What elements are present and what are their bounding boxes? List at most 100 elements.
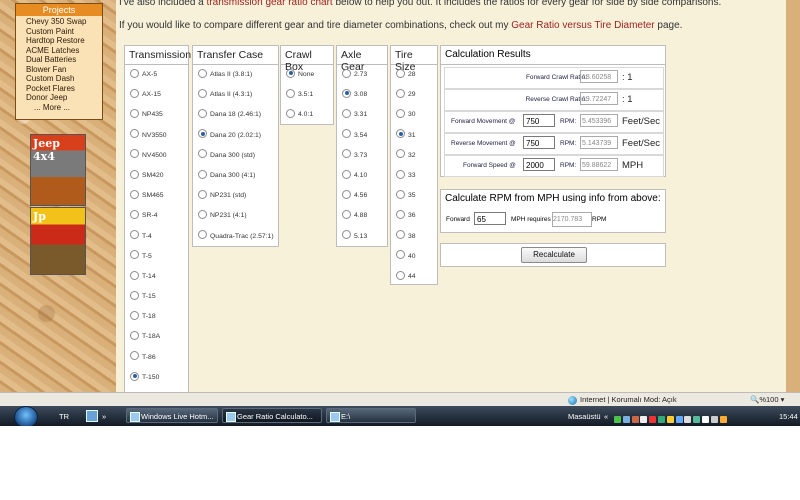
project-link[interactable]: Chevy 350 Swap	[26, 17, 102, 27]
tray-icon[interactable]	[614, 416, 621, 423]
radio-option[interactable]: Dana 18 (2.46:1)	[193, 105, 278, 125]
tray-icon[interactable]	[622, 416, 630, 423]
radio-option[interactable]: 40	[391, 247, 437, 267]
mph-input[interactable]: 65	[474, 212, 506, 225]
tray-icon[interactable]	[719, 416, 727, 423]
radio-option[interactable]: 4.56	[337, 186, 387, 206]
taskbar-window-gear-ratio[interactable]: Gear Ratio Calculato...	[222, 408, 322, 423]
radio-option[interactable]: T-14	[125, 267, 188, 287]
radio-option[interactable]: 31	[391, 126, 437, 146]
radio-option[interactable]: NP231 (std)	[193, 186, 278, 206]
project-link[interactable]: Pocket Flares	[26, 84, 102, 94]
radio-option[interactable]: 33	[391, 166, 437, 186]
radio-option[interactable]: T-15	[125, 287, 188, 307]
radio-button[interactable]	[342, 210, 351, 220]
volume-icon[interactable]	[710, 416, 718, 423]
tray-icon[interactable]	[640, 416, 648, 423]
radio-button[interactable]	[396, 129, 405, 139]
tray-expand-icon[interactable]: «	[604, 412, 608, 421]
project-link[interactable]: Hardtop Restore	[26, 36, 102, 46]
language-indicator[interactable]: TR	[59, 412, 69, 421]
radio-button[interactable]	[130, 88, 139, 98]
radio-button[interactable]	[130, 331, 139, 341]
start-button[interactable]	[14, 406, 38, 428]
radio-option[interactable]: 38	[391, 227, 437, 247]
forward-movement-rpm-input[interactable]: 750	[523, 114, 555, 127]
radio-button[interactable]	[130, 310, 139, 320]
radio-button[interactable]	[396, 210, 405, 220]
show-desktop-icon[interactable]	[86, 410, 98, 422]
radio-option[interactable]: NP435	[125, 105, 188, 125]
zoom-control[interactable]: 🔍%100 ▾	[750, 395, 784, 404]
radio-button[interactable]	[198, 68, 207, 78]
radio-button[interactable]	[198, 109, 207, 119]
radio-option[interactable]: Dana 300 (std)	[193, 146, 278, 166]
radio-option[interactable]: 3.54	[337, 126, 387, 146]
tray-icon[interactable]	[666, 416, 674, 423]
radio-button[interactable]	[130, 351, 139, 361]
radio-option[interactable]: NV3550	[125, 126, 188, 146]
radio-button[interactable]	[130, 109, 139, 119]
radio-button[interactable]	[342, 230, 351, 240]
radio-button[interactable]	[396, 68, 405, 78]
radio-button[interactable]	[130, 371, 139, 381]
radio-option[interactable]: Atlas II (3.8:1)	[193, 65, 278, 85]
radio-button[interactable]	[396, 88, 405, 98]
radio-option[interactable]: 3.5:1	[281, 85, 333, 105]
project-link[interactable]: ACME Latches	[26, 46, 102, 56]
radio-button[interactable]	[198, 230, 207, 240]
radio-button[interactable]	[396, 230, 405, 240]
radio-option[interactable]: None	[281, 65, 333, 85]
tray-icon[interactable]	[631, 416, 639, 423]
radio-option[interactable]: T-18	[125, 307, 188, 327]
radio-option[interactable]: 28	[391, 65, 437, 85]
radio-button[interactable]	[286, 109, 295, 119]
radio-option[interactable]: 44	[391, 267, 437, 287]
project-link[interactable]: Custom Paint	[26, 27, 102, 37]
forward-speed-rpm-input[interactable]: 2000	[523, 158, 555, 171]
quicklaunch-chevron-icon[interactable]: »	[102, 412, 106, 421]
radio-button[interactable]	[130, 270, 139, 280]
radio-button[interactable]	[396, 149, 405, 159]
tray-icon[interactable]	[684, 416, 692, 423]
security-zone[interactable]: Internet | Korumalı Mod: Açık	[568, 395, 677, 405]
desktop-toolbar-label[interactable]: Masaüstü	[568, 412, 601, 421]
taskbar-window-hotmail[interactable]: Windows Live Hotm...	[126, 408, 218, 423]
radio-option[interactable]: AX-15	[125, 85, 188, 105]
radio-button[interactable]	[130, 149, 139, 159]
radio-option[interactable]: 30	[391, 105, 437, 125]
radio-option[interactable]: 3.73	[337, 146, 387, 166]
radio-button[interactable]	[130, 210, 139, 220]
transmission-chart-link[interactable]: transmission gear ratio chart	[207, 0, 333, 8]
radio-button[interactable]	[342, 169, 351, 179]
radio-option[interactable]: AX-5	[125, 65, 188, 85]
gear-ratio-tire-link[interactable]: Gear Ratio versus Tire Diameter	[511, 20, 654, 31]
radio-button[interactable]	[342, 109, 351, 119]
magazine-cover-jp[interactable]: Jp	[30, 207, 86, 275]
more-projects-link[interactable]: ... More ...	[26, 103, 102, 113]
radio-button[interactable]	[130, 290, 139, 300]
radio-button[interactable]	[130, 129, 139, 139]
radio-button[interactable]	[342, 189, 351, 199]
radio-button[interactable]	[342, 129, 351, 139]
radio-button[interactable]	[396, 270, 405, 280]
radio-button[interactable]	[342, 149, 351, 159]
tray-icon[interactable]	[657, 416, 665, 423]
taskbar-window-explorer[interactable]: E:\	[326, 408, 416, 423]
radio-button[interactable]	[198, 88, 207, 98]
radio-button[interactable]	[286, 68, 295, 78]
magazine-cover-jeep4x4[interactable]: Jeep 4x4	[30, 134, 86, 206]
radio-button[interactable]	[198, 189, 207, 199]
radio-option[interactable]: 32	[391, 146, 437, 166]
clock[interactable]: 15:44	[779, 412, 798, 421]
radio-button[interactable]	[286, 88, 295, 98]
reverse-movement-rpm-input[interactable]: 750	[523, 136, 555, 149]
radio-option[interactable]: 35	[391, 186, 437, 206]
radio-option[interactable]: 3.08	[337, 85, 387, 105]
radio-option[interactable]: SM465	[125, 186, 188, 206]
radio-option[interactable]: SM420	[125, 166, 188, 186]
recalculate-button[interactable]: Recalculate	[521, 247, 587, 263]
radio-option[interactable]: T-86	[125, 348, 188, 368]
radio-option[interactable]: Quadra-Trac (2.57:1)	[193, 227, 278, 247]
radio-option[interactable]: 2.73	[337, 65, 387, 85]
